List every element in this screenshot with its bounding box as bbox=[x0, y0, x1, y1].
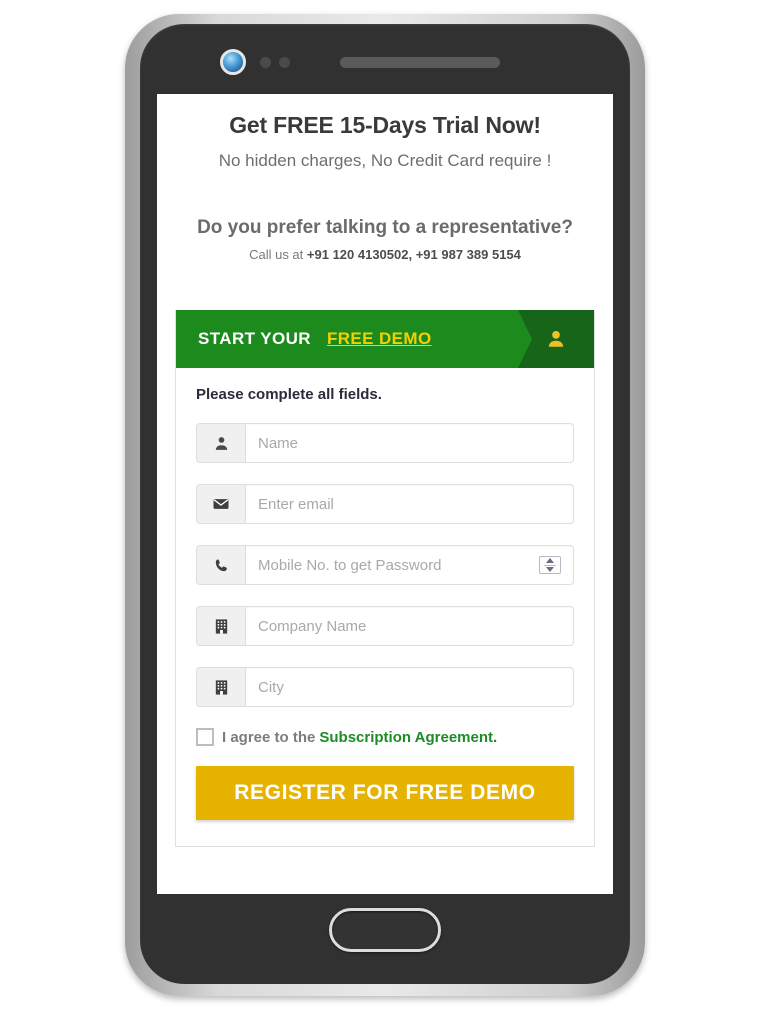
input-group-email[interactable] bbox=[196, 484, 574, 524]
phone-body: Get FREE 15-Days Trial Now! No hidden ch… bbox=[140, 24, 630, 984]
user-icon bbox=[197, 424, 246, 462]
agreement-row[interactable]: I agree to the Subscription Agreement. bbox=[196, 728, 574, 746]
page-content: Get FREE 15-Days Trial Now! No hidden ch… bbox=[157, 94, 613, 847]
spinner-down-icon[interactable] bbox=[546, 567, 554, 572]
spinner-up-icon[interactable] bbox=[546, 558, 554, 563]
phone-top-hardware bbox=[140, 46, 630, 80]
company-input[interactable] bbox=[246, 607, 573, 645]
phone-device-frame: Get FREE 15-Days Trial Now! No hidden ch… bbox=[125, 14, 645, 996]
city-input[interactable] bbox=[246, 668, 573, 706]
form-note: Please complete all fields. bbox=[196, 386, 382, 403]
banner-title: START YOUR bbox=[198, 329, 311, 348]
demo-request-form-card: START YOUR FREE DEMO Please complete all … bbox=[175, 310, 595, 847]
phone-icon bbox=[197, 546, 246, 584]
home-button[interactable] bbox=[329, 908, 441, 952]
camera-lens-icon bbox=[220, 49, 246, 75]
register-button[interactable]: REGISTER FOR FREE DEMO bbox=[196, 766, 574, 820]
phone-numbers: +91 120 4130502, +91 987 389 5154 bbox=[306, 247, 521, 262]
building-icon bbox=[197, 607, 246, 645]
email-input[interactable] bbox=[246, 485, 573, 523]
spinner-divider bbox=[544, 565, 556, 566]
name-input[interactable] bbox=[246, 424, 573, 462]
input-group-name[interactable] bbox=[196, 423, 574, 463]
input-group-mobile[interactable] bbox=[196, 545, 574, 585]
call-us-line: Call us at +91 120 4130502, +91 987 389 … bbox=[169, 247, 601, 262]
call-us-label: Call us at bbox=[249, 247, 304, 262]
user-icon bbox=[548, 331, 564, 347]
page-title: Get FREE 15-Days Trial Now! bbox=[229, 112, 541, 138]
subscription-agreement-link[interactable]: Subscription Agreement. bbox=[319, 729, 497, 746]
agreement-checkbox[interactable] bbox=[196, 728, 214, 746]
banner-heading: START YOUR FREE DEMO bbox=[176, 329, 432, 349]
input-group-company[interactable] bbox=[196, 606, 574, 646]
building-icon bbox=[197, 668, 246, 706]
sensor-dot-icon bbox=[279, 57, 290, 68]
page-subtitle: No hidden charges, No Credit Card requir… bbox=[218, 151, 552, 170]
agreement-label: I agree to the bbox=[222, 728, 316, 746]
speaker-grille-icon bbox=[340, 57, 500, 68]
input-group-city[interactable] bbox=[196, 667, 574, 707]
envelope-icon bbox=[197, 485, 246, 523]
banner-icon-panel bbox=[518, 310, 594, 368]
representative-question: Do you prefer talking to a representativ… bbox=[197, 217, 573, 238]
phone-screen: Get FREE 15-Days Trial Now! No hidden ch… bbox=[157, 94, 613, 894]
form-banner: START YOUR FREE DEMO bbox=[176, 310, 594, 368]
form-body: Please complete all fields. Name Enter e… bbox=[176, 368, 594, 846]
number-spinner[interactable] bbox=[539, 556, 561, 574]
free-demo-link[interactable]: FREE DEMO bbox=[327, 329, 432, 348]
mobile-input[interactable] bbox=[246, 546, 539, 584]
sensor-dot-icon bbox=[260, 57, 271, 68]
